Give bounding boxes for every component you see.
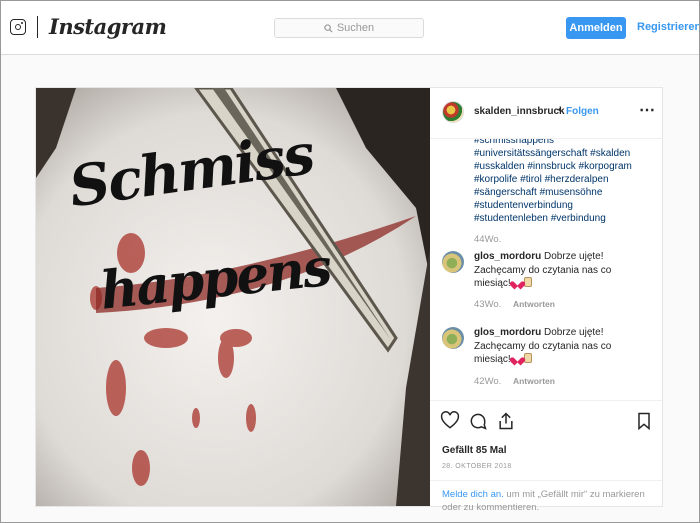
heart-icon[interactable] (440, 411, 460, 431)
comment-username[interactable]: glos_mordoru (474, 251, 541, 262)
comment-username[interactable]: glos_mordoru (474, 327, 541, 338)
post-header: skalden_innsbruck • Folgen ⋯ (430, 88, 662, 139)
hashtag-line[interactable]: #schmisshappens (474, 139, 654, 147)
separator-dot: • (558, 105, 562, 116)
reply-button[interactable]: Antworten (513, 299, 555, 309)
post-card: Schmiss happens skalden_innsbruck • Folg… (35, 87, 663, 513)
scroll-emoji-icon (524, 353, 533, 363)
comment-icon[interactable] (468, 411, 488, 431)
more-options-icon[interactable]: ⋯ (639, 100, 656, 120)
comment-age[interactable]: 43Wo. (474, 299, 501, 310)
login-prompt-text: Melde dich an. um mit „Gefällt mir“ zu m… (442, 488, 656, 514)
comment-meta: 42Wo. Antworten (474, 376, 555, 387)
comment-body: miesiąc! (474, 278, 511, 289)
heart-emoji-icon (513, 278, 522, 287)
logo-divider (37, 16, 38, 38)
follow-button[interactable]: Folgen (566, 106, 599, 117)
hashtag-line[interactable]: #studentenleben #verbindung (474, 212, 654, 225)
hashtag-line[interactable]: #studentenverbindung (474, 199, 654, 212)
instagram-wordmark[interactable]: Instagram (49, 14, 167, 39)
avatar[interactable] (442, 101, 464, 123)
instagram-camera-icon[interactable] (10, 19, 26, 35)
search-placeholder: Suchen (336, 22, 375, 34)
comment-body: Dobrze ujęte! (544, 251, 604, 262)
search-icon (324, 23, 333, 33)
caption-hashtags: #schmisshappens #universitätssängerschaf… (474, 139, 654, 225)
scroll-emoji-icon (524, 277, 533, 287)
post-actions: Gefällt 85 Mal 28. OKTOBER 2018 Melde di… (430, 400, 662, 513)
search-input[interactable]: Suchen (274, 18, 424, 38)
comment-body: Zachęcamy do czytania nas co (474, 340, 612, 352)
post-date[interactable]: 28. OKTOBER 2018 (442, 463, 512, 470)
comment-age[interactable]: 42Wo. (474, 376, 501, 387)
avatar[interactable] (442, 327, 464, 349)
comment-body: miesiąc! (474, 354, 511, 365)
like-count[interactable]: Gefällt 85 Mal (442, 445, 506, 456)
hashtag-line[interactable]: #universitätssängerschaft #skalden (474, 147, 654, 160)
comment-text: glos_mordoru Dobrze ujęte! Zachęcamy do … (474, 326, 654, 367)
post-username[interactable]: skalden_innsbruck (474, 106, 565, 117)
top-navigation-bar: Instagram Suchen Anmelden Registrieren (0, 0, 700, 55)
login-button[interactable]: Anmelden (566, 17, 626, 39)
reply-button[interactable]: Antworten (513, 376, 555, 386)
comments-list[interactable]: #schmisshappens #universitätssängerschaf… (430, 139, 662, 399)
post-side-panel: skalden_innsbruck • Folgen ⋯ #schmisshap… (430, 88, 662, 513)
register-link[interactable]: Registrieren (637, 21, 700, 33)
comment-text: glos_mordoru Dobrze ujęte! Zachęcamy do … (474, 250, 654, 291)
comment-meta: 43Wo. Antworten (474, 299, 555, 310)
heart-emoji-icon (513, 354, 522, 363)
login-link[interactable]: Melde dich an. (442, 489, 504, 500)
post-photo[interactable]: Schmiss happens (36, 88, 430, 506)
share-icon[interactable] (496, 411, 516, 431)
hashtag-line[interactable]: #korpolife #tirol #herzderalpen (474, 173, 654, 186)
bookmark-icon[interactable] (634, 411, 654, 431)
avatar[interactable] (442, 251, 464, 273)
hashtag-line[interactable]: #usskalden #innsbruck #korpogram (474, 160, 654, 173)
comment-body: Dobrze ujęte! (544, 327, 604, 338)
hashtag-line[interactable]: #sängerschaft #musensöhne (474, 186, 654, 199)
comment-body: Zachęcamy do czytania nas co (474, 264, 612, 276)
login-prompt: Melde dich an. um mit „Gefällt mir“ zu m… (430, 480, 662, 513)
caption-age[interactable]: 44Wo. (474, 234, 501, 245)
